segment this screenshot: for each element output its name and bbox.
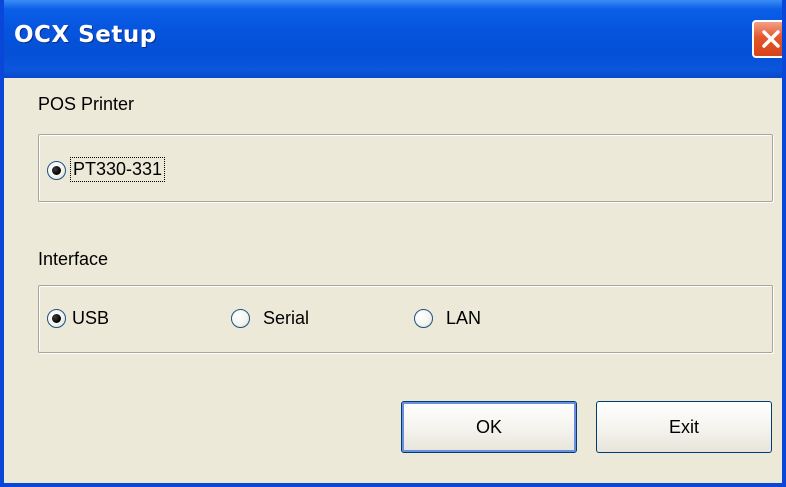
radio-lan[interactable] (414, 309, 433, 328)
radio-serial[interactable] (231, 309, 250, 328)
pos-printer-label: POS Printer (38, 94, 135, 114)
interface-label: Interface (38, 249, 109, 269)
close-icon (762, 30, 780, 48)
radio-label-usb[interactable]: USB (72, 308, 109, 329)
exit-button[interactable]: Exit (596, 401, 772, 453)
radio-usb[interactable] (47, 309, 66, 328)
interface-group (38, 285, 773, 353)
radio-label-serial[interactable]: Serial (263, 308, 309, 329)
ok-button[interactable]: OK (401, 401, 577, 453)
radio-label-lan[interactable]: LAN (446, 308, 481, 329)
window-title: OCX Setup (14, 22, 157, 48)
title-bar[interactable]: OCX Setup (4, 0, 782, 78)
radio-label-pt330-331[interactable]: PT330-331 (69, 157, 166, 182)
radio-pt330-331[interactable] (47, 161, 66, 180)
ocx-setup-dialog: OCX Setup POS Printer PT330-331 Interfac… (0, 0, 786, 487)
close-button[interactable] (752, 20, 782, 58)
